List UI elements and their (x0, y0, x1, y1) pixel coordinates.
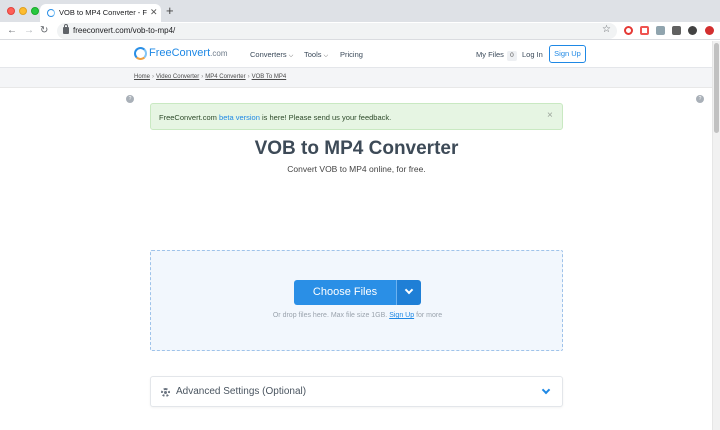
breadcrumb-vob-to-mp4[interactable]: VOB To MP4 (252, 74, 287, 80)
logo-name: FreeConvert (149, 47, 211, 59)
breadcrumb-home[interactable]: Home (134, 74, 150, 80)
browser-tab[interactable]: VOB to MP4 Converter - FreeC ✕ (40, 4, 161, 22)
drop-hint: Or drop files here. Max file size 1GB. S… (151, 312, 564, 319)
advanced-settings-label: Advanced Settings (Optional) (176, 386, 307, 397)
nav-pricing[interactable]: Pricing (340, 50, 363, 59)
bookmark-star-icon[interactable]: ☆ (602, 24, 611, 36)
upload-source-dropdown[interactable] (396, 280, 421, 305)
alert-prefix: FreeConvert.com (159, 113, 220, 122)
chevron-down-icon: ⌵ (323, 53, 329, 59)
back-arrow-icon[interactable]: ← (7, 24, 17, 38)
choose-files-button[interactable]: Choose Files (294, 280, 396, 305)
alert-suffix: is here! Please send us your feedback. (259, 113, 392, 122)
my-files-link[interactable]: My Files 0 (476, 50, 517, 61)
tab-title: VOB to MP4 Converter - FreeC (59, 8, 147, 17)
nav-converters[interactable]: Converters ⌵ (250, 50, 293, 60)
logo-domain: .com (210, 49, 228, 58)
breadcrumb-separator: › (247, 74, 250, 80)
drop-hint-text: Or drop files here. Max file size 1GB. (272, 312, 388, 319)
chevron-down-icon: ⌵ (288, 53, 294, 59)
breadcrumb-separator: › (152, 74, 155, 80)
lock-icon (63, 24, 69, 34)
reload-icon[interactable]: ↻ (40, 24, 48, 38)
extension-arrows-icon[interactable] (640, 26, 649, 35)
info-dot-icon[interactable]: ? (126, 95, 134, 103)
browser-toolbar: ← → ↻ freeconvert.com/vob-to-mp4/ ☆ (0, 22, 720, 40)
beta-alert: FreeConvert.com beta version is here! Pl… (150, 103, 563, 130)
page-subtitle: Convert VOB to MP4 online, for free. (287, 164, 426, 174)
extensions-puzzle-icon[interactable] (672, 26, 681, 35)
alert-text: FreeConvert.com beta version is here! Pl… (159, 113, 391, 122)
my-files-count-badge: 0 (506, 51, 517, 61)
beta-version-link[interactable]: beta version (219, 113, 260, 122)
scrollbar-thumb[interactable] (714, 43, 719, 133)
login-link[interactable]: Log In (522, 50, 543, 59)
chevron-down-icon[interactable] (541, 385, 551, 395)
breadcrumb: Home › Video Converter › MP4 Converter › VOB T… (134, 74, 286, 80)
profile-avatar-icon[interactable] (688, 26, 697, 35)
advanced-settings-panel[interactable]: Advanced Settings (Optional) (150, 376, 563, 407)
site-header: FreeConvert.com Converters ⌵ Tools ⌵ Pri… (0, 41, 712, 68)
freeconvert-logo-icon[interactable] (134, 47, 147, 60)
browser-tab-bar: VOB to MP4 Converter - FreeC ✕ + (0, 0, 720, 22)
forward-arrow-icon[interactable]: → (24, 24, 34, 38)
breadcrumb-video-converter[interactable]: Video Converter (156, 74, 199, 80)
url-text: freeconvert.com/vob-to-mp4/ (73, 26, 176, 35)
chevron-down-icon (404, 285, 414, 295)
minimize-window-button[interactable] (19, 7, 27, 15)
signup-button[interactable]: Sign Up (549, 45, 586, 63)
breadcrumb-mp4-converter[interactable]: MP4 Converter (205, 74, 245, 80)
freeconvert-favicon-icon (47, 9, 55, 17)
nav-converters-label: Converters (250, 50, 287, 59)
new-tab-button[interactable]: + (166, 4, 174, 18)
my-files-label: My Files (476, 50, 504, 59)
drop-signup-link[interactable]: Sign Up (389, 312, 414, 319)
site-logo[interactable]: FreeConvert.com (149, 47, 227, 59)
zoom-window-button[interactable] (31, 7, 39, 15)
breadcrumb-bar: Home › Video Converter › MP4 Converter › VOB T… (0, 68, 712, 88)
info-dot-icon[interactable]: ? (696, 95, 704, 103)
nav-tools[interactable]: Tools ⌵ (304, 50, 328, 60)
extension-record-icon[interactable] (624, 26, 633, 35)
address-bar[interactable]: freeconvert.com/vob-to-mp4/ (57, 23, 617, 39)
nav-tools-label: Tools (304, 50, 322, 59)
page-title: VOB to MP4 Converter (254, 138, 459, 159)
alert-close-icon[interactable]: × (547, 111, 553, 121)
tab-close-icon[interactable]: ✕ (150, 7, 158, 17)
extension-palette-icon[interactable] (656, 26, 665, 35)
gear-icon (161, 388, 170, 397)
page-scrollbar[interactable] (712, 41, 720, 430)
close-window-button[interactable] (7, 7, 15, 15)
drop-hint-suffix: for more (416, 312, 443, 319)
breadcrumb-separator: › (201, 74, 204, 80)
extension-shield-icon[interactable] (705, 26, 714, 35)
file-drop-zone[interactable]: Choose Files Or drop files here. Max fil… (150, 250, 563, 351)
